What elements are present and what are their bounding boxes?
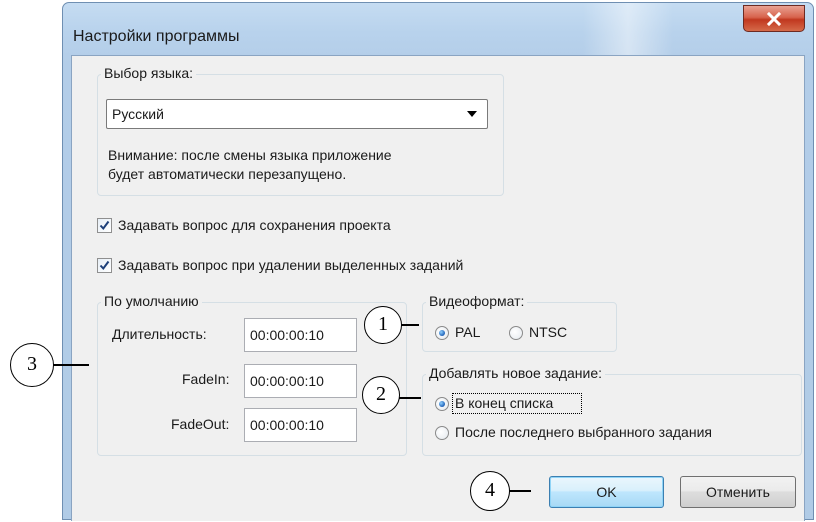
- format-ntsc-label[interactable]: NTSC: [529, 324, 567, 340]
- ask-delete-tasks-checkbox[interactable]: [97, 258, 112, 273]
- new-task-group: [422, 374, 802, 456]
- ok-button[interactable]: OK: [549, 476, 664, 508]
- callout-3-leader: [53, 364, 89, 366]
- new-task-after-selected-label[interactable]: После последнего выбранного задания: [455, 424, 712, 440]
- fadeout-label: FadeOut:: [171, 416, 230, 432]
- screenshot: Настройки программы Выбор языка: Русский…: [0, 0, 816, 522]
- video-format-group-legend: Видеоформат:: [426, 293, 528, 309]
- ask-save-project-label[interactable]: Задавать вопрос для сохранения проекта: [118, 217, 391, 233]
- language-note-line2: будет автоматически перезапущено.: [108, 166, 347, 182]
- settings-dialog: Настройки программы Выбор языка: Русский…: [62, 2, 814, 521]
- format-pal-label[interactable]: PAL: [455, 324, 480, 340]
- focus-rectangle: [452, 393, 582, 414]
- fadein-label: FadeIn:: [182, 371, 230, 387]
- language-note-line1: Внимание: после смены языка приложение: [108, 147, 392, 163]
- defaults-group-legend: По умолчанию: [101, 293, 202, 309]
- callout-1: 1: [364, 306, 402, 344]
- callout-2: 2: [362, 376, 400, 414]
- close-x-icon: [766, 11, 782, 26]
- callout-3: 3: [10, 343, 54, 387]
- ask-save-project-checkbox[interactable]: [97, 218, 112, 233]
- new-task-group-legend: Добавлять новое задание:: [426, 365, 606, 381]
- checkmark-icon: [99, 220, 110, 231]
- language-group-legend: Выбор языка:: [101, 65, 197, 81]
- dialog-client-area: Выбор языка: Русский Внимание: после сме…: [71, 55, 805, 521]
- ask-delete-tasks-label[interactable]: Задавать вопрос при удалении выделенных …: [118, 257, 463, 273]
- close-button[interactable]: [743, 5, 805, 32]
- cancel-button[interactable]: Отменить: [680, 476, 796, 508]
- new-task-after-selected-radio[interactable]: [435, 426, 449, 440]
- duration-label: Длительность:: [112, 326, 207, 342]
- duration-input[interactable]: 00:00:00:10: [244, 318, 357, 352]
- checkmark-icon: [99, 260, 110, 271]
- fadein-input[interactable]: 00:00:00:10: [244, 364, 357, 398]
- title-bar-glass: [583, 3, 673, 55]
- format-pal-radio[interactable]: [435, 326, 449, 340]
- new-task-end-radio[interactable]: [435, 397, 449, 411]
- callout-2-leader: [399, 397, 421, 399]
- language-select[interactable]: Русский: [106, 99, 488, 129]
- window-title: Настройки программы: [73, 28, 240, 45]
- callout-4-leader: [509, 490, 531, 492]
- callout-4: 4: [470, 471, 510, 511]
- title-bar[interactable]: Настройки программы: [63, 3, 813, 55]
- language-select-value: Русский: [112, 106, 164, 122]
- format-ntsc-radio[interactable]: [509, 326, 523, 340]
- fadeout-input[interactable]: 00:00:00:10: [244, 408, 357, 442]
- chevron-down-icon: [467, 111, 477, 117]
- callout-1-leader: [401, 324, 419, 326]
